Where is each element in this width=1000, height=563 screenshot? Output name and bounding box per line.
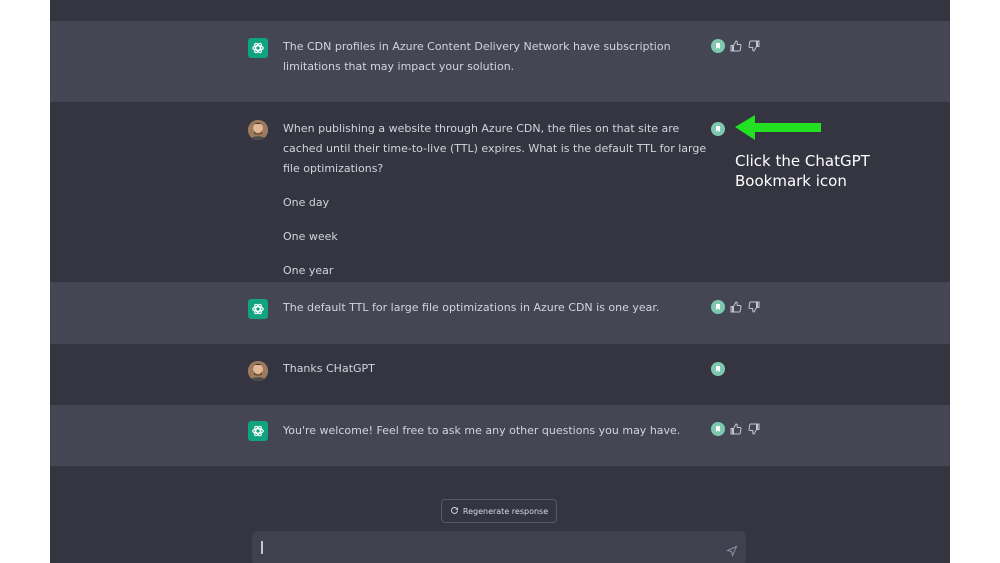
thumbs-down-icon[interactable] bbox=[747, 39, 761, 53]
thumbs-up-icon[interactable] bbox=[729, 422, 743, 436]
regenerate-response-button[interactable]: Regenerate response bbox=[441, 499, 557, 523]
thumbs-down-icon[interactable] bbox=[747, 422, 761, 436]
message-row-assistant: The CDN profiles in Azure Content Delive… bbox=[50, 21, 950, 102]
message-actions bbox=[711, 38, 761, 54]
message-text: When publishing a website through Azure … bbox=[283, 119, 708, 295]
annotation-line: Click the ChatGPT bbox=[735, 152, 870, 170]
message-paragraph: The default TTL for large file optimizat… bbox=[283, 301, 660, 314]
regenerate-label: Regenerate response bbox=[462, 506, 549, 516]
message-row-user: Thanks CHatGPT bbox=[50, 344, 950, 405]
bookmark-icon[interactable] bbox=[711, 39, 725, 53]
message-paragraph: Thanks CHatGPT bbox=[283, 362, 375, 375]
annotation-text: Click the ChatGPT Bookmark icon bbox=[735, 151, 870, 191]
bookmark-icon[interactable] bbox=[711, 422, 725, 436]
thumbs-up-icon[interactable] bbox=[729, 300, 743, 314]
thumbs-down-icon[interactable] bbox=[747, 300, 761, 314]
gpt-avatar-icon bbox=[248, 421, 268, 441]
message-actions bbox=[711, 299, 761, 315]
answer-option: One day bbox=[283, 196, 330, 209]
message-input[interactable] bbox=[252, 531, 746, 563]
text-cursor bbox=[261, 541, 263, 554]
message-text: The CDN profiles in Azure Content Delive… bbox=[283, 37, 708, 91]
message-text: The default TTL for large file optimizat… bbox=[283, 298, 708, 332]
message-text: Thanks CHatGPT bbox=[283, 359, 708, 393]
message-text: You're welcome! Feel free to ask me any … bbox=[283, 421, 708, 455]
chat-window: The CDN profiles in Azure Content Delive… bbox=[50, 0, 950, 563]
gpt-avatar-icon bbox=[248, 299, 268, 319]
message-paragraph: When publishing a website through Azure … bbox=[283, 122, 707, 175]
user-avatar bbox=[248, 361, 268, 381]
annotation-line: Bookmark icon bbox=[735, 172, 847, 190]
answer-option: One year bbox=[283, 264, 334, 277]
user-avatar bbox=[248, 120, 268, 140]
send-icon[interactable] bbox=[725, 542, 738, 561]
message-actions bbox=[711, 361, 725, 377]
message-paragraph: The CDN profiles in Azure Content Delive… bbox=[283, 40, 671, 73]
message-paragraph: You're welcome! Feel free to ask me any … bbox=[283, 424, 681, 437]
bookmark-icon[interactable] bbox=[711, 300, 725, 314]
message-row-assistant: The default TTL for large file optimizat… bbox=[50, 282, 950, 344]
message-actions bbox=[711, 421, 761, 437]
top-band bbox=[50, 0, 950, 21]
message-row-assistant: You're welcome! Feel free to ask me any … bbox=[50, 405, 950, 466]
answer-option: One week bbox=[283, 230, 338, 243]
annotation-arrow bbox=[735, 115, 821, 140]
bookmark-icon[interactable] bbox=[711, 122, 725, 136]
gpt-avatar-icon bbox=[248, 38, 268, 58]
thumbs-up-icon[interactable] bbox=[729, 39, 743, 53]
message-actions bbox=[711, 121, 725, 137]
bookmark-icon[interactable] bbox=[711, 362, 725, 376]
refresh-icon bbox=[450, 506, 459, 517]
